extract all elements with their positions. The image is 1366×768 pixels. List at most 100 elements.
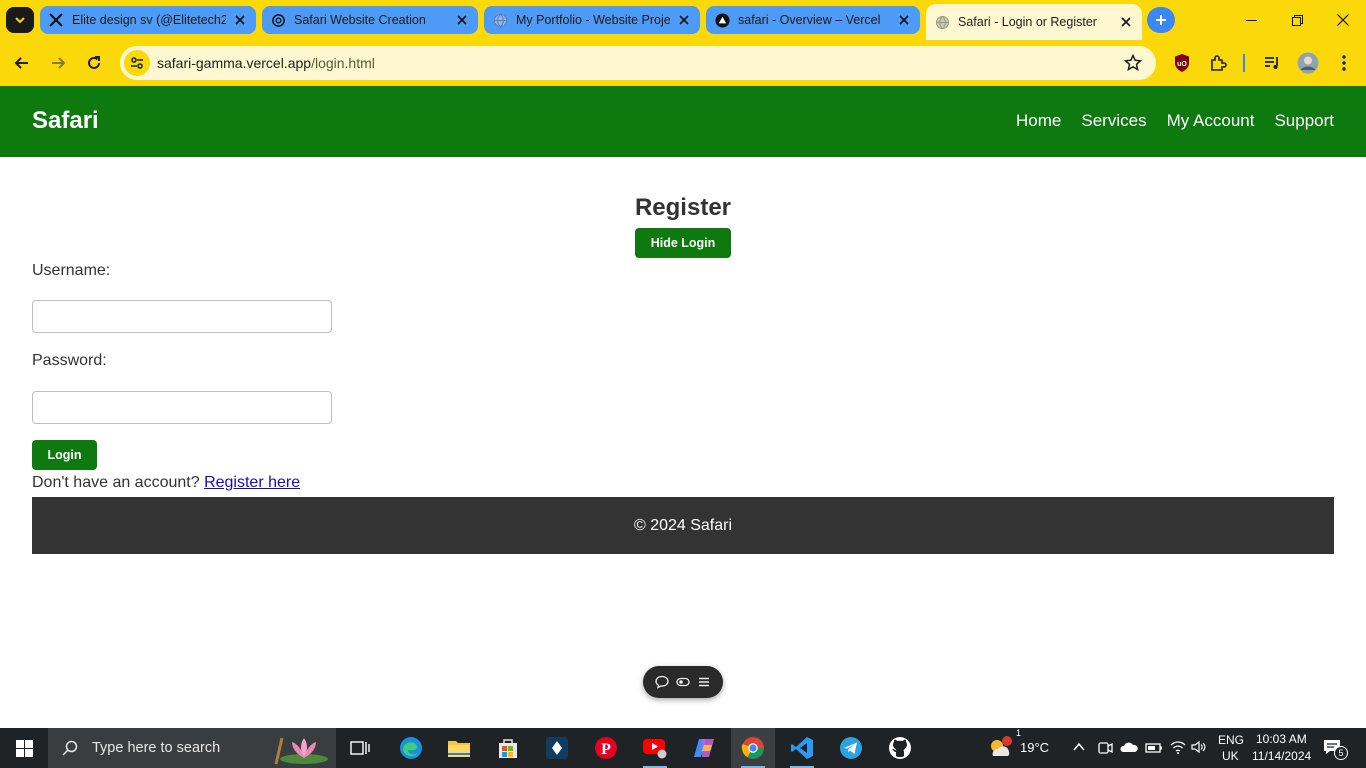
- taskbar-copilot[interactable]: [682, 728, 726, 768]
- username-input[interactable]: [32, 300, 332, 333]
- meet-now-icon[interactable]: [1097, 740, 1113, 761]
- taskbar-vscode[interactable]: [780, 728, 824, 768]
- nav-link-home[interactable]: Home: [1016, 111, 1061, 131]
- menu-icon[interactable]: [697, 675, 711, 689]
- close-icon[interactable]: [896, 12, 912, 28]
- language-text: ENG: [1218, 733, 1245, 747]
- tab-search-button[interactable]: [6, 7, 34, 33]
- x-logo-icon: [48, 12, 64, 28]
- password-label: Password:: [32, 352, 107, 369]
- taskbar-chrome[interactable]: [731, 728, 775, 768]
- svg-text:uO: uO: [1177, 61, 1187, 68]
- taskbar-telegram[interactable]: [829, 728, 873, 768]
- site-footer: © 2024 Safari: [32, 497, 1334, 554]
- taskbar-app-dark[interactable]: [535, 728, 579, 768]
- volume-icon[interactable]: [1191, 740, 1207, 759]
- chevron-up-icon: [1073, 742, 1085, 751]
- username-label: Username:: [32, 262, 111, 279]
- notification-count-badge: 5: [1334, 746, 1348, 760]
- back-button[interactable]: [6, 47, 38, 79]
- url-path: /login.html: [311, 55, 375, 71]
- reload-button[interactable]: [78, 47, 110, 79]
- reload-icon: [88, 56, 100, 69]
- site-header: Safari Home Services My Account Support: [0, 86, 1366, 157]
- password-input[interactable]: [32, 391, 332, 424]
- toggle-icon[interactable]: [676, 675, 690, 689]
- register-prompt-text: Don't have an account?: [32, 474, 200, 491]
- taskbar-file-explorer[interactable]: [437, 728, 481, 768]
- start-button[interactable]: [0, 728, 48, 768]
- star-icon[interactable]: [1124, 54, 1142, 72]
- battery-icon[interactable]: [1145, 741, 1163, 759]
- taskbar-microsoft-store[interactable]: [486, 728, 530, 768]
- site-settings-icon[interactable]: [124, 50, 150, 76]
- minimize-button[interactable]: [1228, 0, 1274, 40]
- tab-elite-design[interactable]: Elite design sv (@Elitetech25: [40, 6, 256, 34]
- extensions-icon[interactable]: [1206, 51, 1230, 75]
- wifi-icon[interactable]: [1170, 740, 1186, 759]
- profile-avatar[interactable]: [1296, 51, 1320, 75]
- clock[interactable]: 10:03 AM 11/14/2024: [1250, 728, 1316, 768]
- close-window-button[interactable]: [1320, 0, 1366, 40]
- site-logo[interactable]: Safari: [32, 107, 99, 135]
- media-controls-icon[interactable]: [1260, 51, 1284, 75]
- close-icon: [1337, 14, 1349, 26]
- notification-center-button[interactable]: 5: [1322, 738, 1348, 760]
- store-icon: [499, 739, 517, 758]
- taskbar-github[interactable]: [878, 728, 922, 768]
- tab-title: Safari Website Creation: [294, 13, 426, 27]
- restore-icon: [1291, 14, 1303, 26]
- address-bar[interactable]: safari-gamma.vercel.app/login.html: [120, 46, 1156, 80]
- region-text: UK: [1222, 749, 1239, 763]
- weather-widget-icon[interactable]: [986, 736, 1014, 760]
- tab-safari-website-creation[interactable]: Safari Website Creation: [262, 6, 478, 34]
- close-icon[interactable]: [232, 12, 248, 28]
- restore-button[interactable]: [1274, 0, 1320, 40]
- chrome-icon: [741, 737, 764, 759]
- show-hidden-icons-button[interactable]: [1072, 740, 1086, 759]
- browser-menu-icon[interactable]: [1332, 51, 1356, 75]
- clock-time: 10:03 AM: [1256, 732, 1307, 746]
- search-placeholder: Type here to search: [92, 740, 221, 756]
- nav-link-services[interactable]: Services: [1081, 111, 1146, 131]
- nav-link-support[interactable]: Support: [1274, 111, 1334, 131]
- copilot-icon: [694, 739, 714, 757]
- windows-logo-icon: [15, 739, 33, 757]
- github-icon: [889, 737, 911, 759]
- search-icon: [62, 740, 78, 756]
- url-host: safari-gamma.vercel.app: [157, 55, 312, 71]
- language-indicator[interactable]: ENG UK: [1210, 728, 1250, 768]
- url-text: safari-gamma.vercel.app/login.html: [157, 55, 375, 71]
- tab-vercel-overview[interactable]: safari - Overview – Vercel: [706, 6, 920, 34]
- ublock-origin-icon[interactable]: uO: [1170, 51, 1194, 75]
- minimize-icon: [1245, 19, 1257, 21]
- weather-badge: 1: [1016, 728, 1022, 738]
- new-tab-button[interactable]: [1147, 7, 1175, 33]
- forward-button[interactable]: [42, 47, 74, 79]
- close-icon[interactable]: [1118, 14, 1134, 30]
- close-icon[interactable]: [676, 12, 692, 28]
- weather-temperature[interactable]: 19°C: [1020, 740, 1049, 755]
- hide-login-button[interactable]: Hide Login: [635, 228, 731, 258]
- onedrive-icon[interactable]: [1120, 740, 1138, 759]
- login-button[interactable]: Login: [32, 440, 97, 470]
- browser-toolbar: safari-gamma.vercel.app/login.html uO: [0, 40, 1366, 86]
- comment-icon[interactable]: [655, 675, 669, 689]
- browser-tab-strip: Elite design sv (@Elitetech25 Safari Web…: [0, 0, 1366, 40]
- taskbar-youtube-chrome-app[interactable]: [633, 728, 677, 768]
- svg-text:P: P: [601, 741, 611, 758]
- tab-my-portfolio[interactable]: My Portfolio - Website Proje: [484, 6, 700, 34]
- taskbar-search-box[interactable]: Type here to search: [48, 728, 336, 768]
- tab-safari-login[interactable]: Safari - Login or Register: [926, 4, 1142, 40]
- close-icon[interactable]: [454, 12, 470, 28]
- task-view-button[interactable]: [338, 728, 382, 768]
- register-here-link[interactable]: Register here: [204, 474, 300, 491]
- vercel-icon: [714, 12, 730, 28]
- taskbar-pinterest[interactable]: P: [584, 728, 628, 768]
- chatgpt-icon: [270, 12, 286, 28]
- nav-link-my-account[interactable]: My Account: [1167, 111, 1255, 131]
- taskbar-edge[interactable]: [389, 728, 433, 768]
- telegram-icon: [840, 737, 862, 759]
- edge-icon: [400, 737, 422, 759]
- site-nav: Home Services My Account Support: [1016, 111, 1334, 131]
